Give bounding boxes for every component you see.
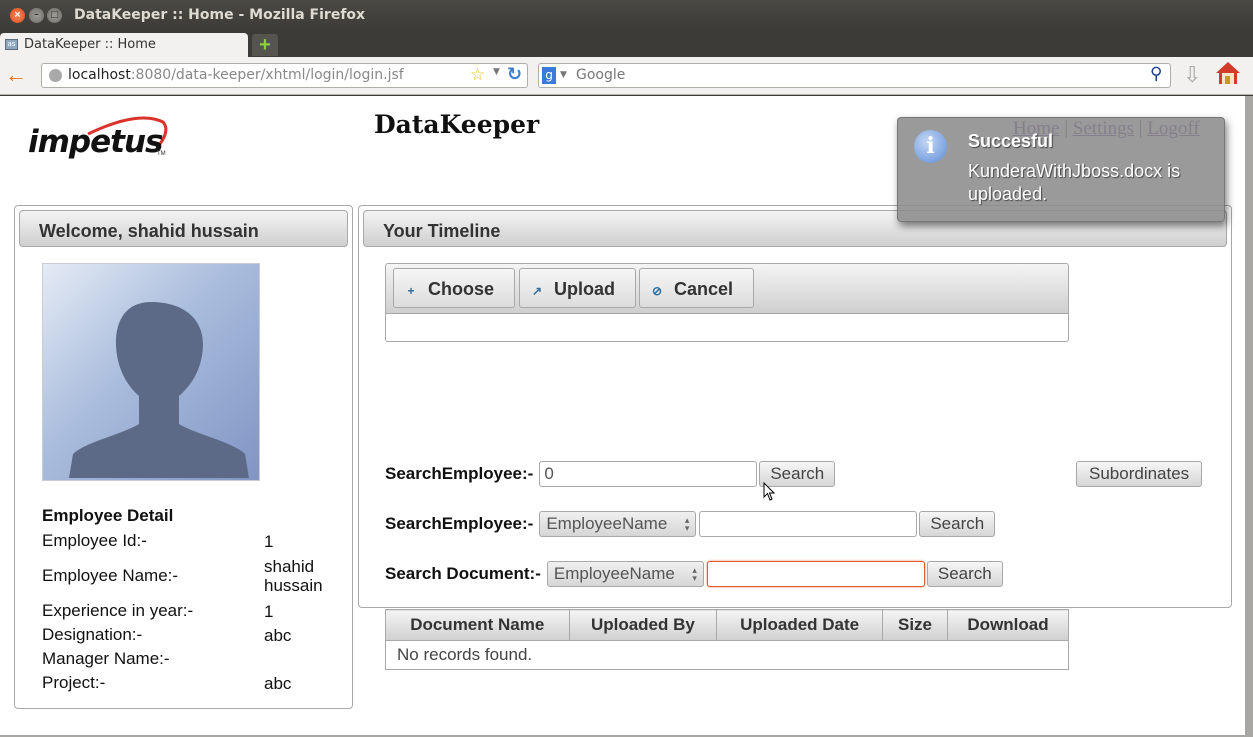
welcome-panel-header: Welcome, shahid hussain (19, 210, 348, 247)
web-search-placeholder: Google (576, 67, 626, 83)
notification-title: Succesful (968, 131, 1054, 151)
plus-icon: + (407, 284, 415, 298)
logo-text: impetus (28, 124, 163, 160)
page-title: DataKeeper (374, 110, 540, 139)
documents-table: Document Name Uploaded By Uploaded Date … (385, 609, 1069, 670)
table-header-row: Document Name Uploaded By Uploaded Date … (385, 609, 1069, 641)
detail-label: Experience in year:- (42, 601, 194, 620)
subordinates-button[interactable]: Subordinates (1076, 461, 1203, 487)
uploader-toolbar: + Choose ↗ Upload ⊘ Cancel (386, 264, 1068, 314)
google-search-engine-icon[interactable]: g (542, 67, 556, 84)
welcome-panel: Welcome, shahid hussain Employee Detail … (14, 205, 353, 709)
profile-avatar (42, 263, 260, 481)
employee-detail: Employee Detail Employee Id:- 1 Employee … (42, 506, 342, 695)
search-document-button[interactable]: Search (926, 561, 1003, 587)
url-history-dropdown-icon[interactable]: ▼ (493, 67, 500, 77)
search-employee-label: SearchEmployee:- (385, 464, 534, 483)
detail-row-manager: Manager Name:- (42, 647, 342, 671)
detail-label: Designation:- (42, 625, 143, 644)
detail-value: shahid hussain (264, 557, 323, 595)
detail-value: 1 (264, 531, 274, 551)
window-border (1245, 96, 1253, 737)
document-field-select[interactable]: EmployeeName ▴ ▾ (546, 561, 704, 587)
detail-label: Employee Name:- (42, 566, 179, 585)
detail-row-employee-name: Employee Name:- shahid hussain (42, 553, 342, 599)
navigation-toolbar: ← localhost:8080/data-keeper/xhtml/login… (0, 57, 1253, 95)
logo-trademark: TM (157, 151, 166, 157)
success-notification: i Succesful KunderaWithJboss.docx is upl… (897, 117, 1225, 222)
cancel-button[interactable]: ⊘ Cancel (639, 268, 754, 308)
detail-row-project: Project:- abc (42, 671, 342, 695)
detail-row-experience: Experience in year:- 1 (42, 599, 342, 623)
column-header-uploaded-date[interactable]: Uploaded Date (716, 609, 883, 641)
detail-value: 1 (264, 601, 274, 621)
detail-value: abc (264, 673, 292, 693)
person-silhouette-icon (69, 302, 249, 478)
detail-label: Project:- (42, 673, 106, 692)
select-value: EmployeeName (546, 514, 668, 533)
choose-button[interactable]: + Choose (393, 268, 515, 308)
tab-title: DataKeeper :: Home (24, 37, 156, 52)
upload-arrow-icon: ↗ (531, 284, 543, 298)
detail-value: abc (264, 625, 292, 645)
search-engine-dropdown-icon[interactable]: ▼ (560, 70, 567, 80)
reload-icon[interactable]: ↻ (507, 64, 522, 85)
new-tab-button[interactable]: + (252, 34, 278, 56)
globe-icon (49, 69, 62, 82)
empty-message: No records found. (397, 645, 533, 664)
employee-field-select[interactable]: EmployeeName ▴ ▾ (539, 511, 697, 537)
employee-detail-heading: Employee Detail (42, 506, 174, 525)
file-uploader: + Choose ↗ Upload ⊘ Cancel (385, 263, 1069, 342)
search-document-label: Search Document:- (385, 564, 541, 583)
choose-label: Choose (428, 279, 495, 299)
bookmark-star-icon[interactable]: ☆ (470, 65, 485, 85)
close-window-button[interactable]: × (10, 8, 25, 23)
minimize-window-button[interactable]: – (29, 8, 44, 23)
favicon-icon: as (5, 39, 18, 50)
select-arrows-icon: ▴ ▾ (684, 515, 690, 533)
detail-label: Manager Name:- (42, 649, 170, 668)
column-header-download[interactable]: Download (947, 609, 1069, 641)
browser-tab[interactable]: as DataKeeper :: Home (0, 33, 248, 57)
cancel-icon: ⊘ (651, 284, 663, 298)
notification-message: KunderaWithJboss.docx is uploaded. (968, 161, 1181, 204)
employee-id-input[interactable] (539, 461, 758, 487)
detail-row-designation: Designation:- abc (42, 623, 342, 647)
table-row: No records found. (386, 641, 1069, 670)
column-header-document-name[interactable]: Document Name (385, 609, 570, 641)
web-search-input[interactable]: g ▼ Google ⚲ (538, 63, 1171, 88)
search-document-row: Search Document:- EmployeeName ▴ ▾ Search (385, 561, 1003, 587)
search-employee-field-button[interactable]: Search (919, 511, 996, 537)
home-icon[interactable] (1215, 60, 1241, 86)
back-button[interactable]: ← (5, 64, 27, 86)
search-employee-label: SearchEmployee:- (385, 514, 534, 533)
url-path: :8080/data-keeper/xhtml/login/login.jsf (130, 67, 404, 83)
search-icon[interactable]: ⚲ (1150, 64, 1162, 84)
detail-label: Employee Id:- (42, 531, 147, 550)
document-search-input[interactable] (706, 561, 925, 587)
column-header-uploaded-by[interactable]: Uploaded By (568, 609, 718, 641)
window-titlebar: × – □ DataKeeper :: Home - Mozilla Firef… (0, 0, 1253, 31)
tab-bar: as DataKeeper :: Home + (0, 31, 1253, 57)
maximize-window-button[interactable]: □ (47, 8, 62, 23)
employee-search-input[interactable] (699, 511, 918, 537)
impetus-logo: impetus TM (28, 112, 173, 162)
timeline-panel: Your Timeline + Choose ↗ Upload ⊘ Cancel Se… (358, 205, 1232, 670)
select-value: EmployeeName (553, 564, 675, 583)
mouse-cursor-icon (763, 482, 776, 501)
detail-row-employee-id: Employee Id:- 1 (42, 529, 342, 553)
upload-button[interactable]: ↗ Upload (519, 268, 636, 308)
search-employee-by-field-row: SearchEmployee:- EmployeeName ▴ ▾ Search (385, 511, 996, 537)
downloads-icon[interactable]: ⇩ (1183, 62, 1201, 88)
url-host: localhost (68, 67, 131, 83)
column-header-size[interactable]: Size (881, 609, 949, 641)
cancel-label: Cancel (674, 279, 734, 299)
info-icon: i (914, 130, 947, 163)
url-bar[interactable]: localhost:8080/data-keeper/xhtml/login/l… (41, 63, 528, 88)
select-arrows-icon: ▴ ▾ (692, 565, 697, 583)
window-title: DataKeeper :: Home - Mozilla Firefox (74, 7, 366, 23)
upload-label: Upload (554, 279, 615, 299)
